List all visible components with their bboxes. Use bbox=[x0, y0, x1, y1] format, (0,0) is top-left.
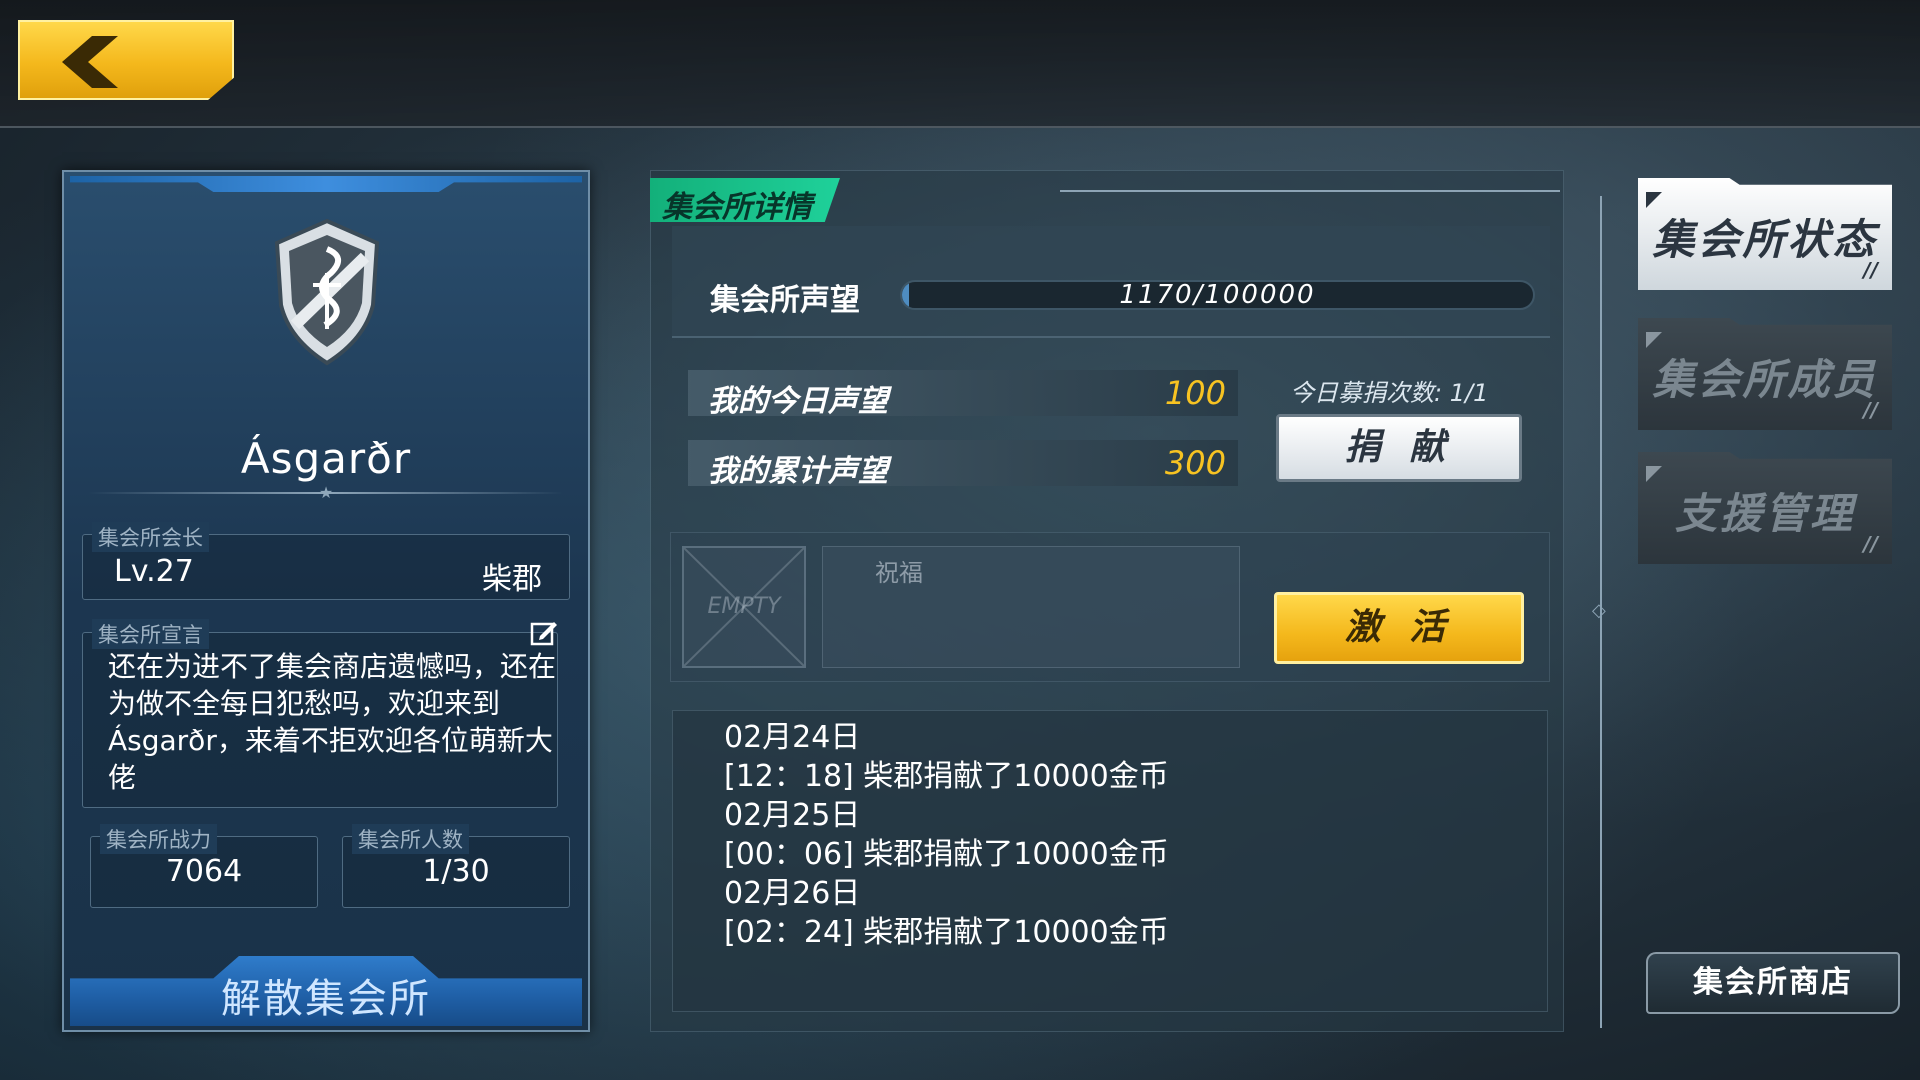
guild-name: Ásgarðr bbox=[240, 434, 412, 483]
disband-label: 解散集会所 bbox=[221, 976, 431, 1022]
log-line: [02：24] 柴郡捐献了10000金币 bbox=[724, 915, 1169, 950]
total-reputation-row: 我的累计声望 300 bbox=[688, 440, 1238, 489]
tab-support-management[interactable]: 支援管理 // bbox=[1638, 452, 1892, 564]
leader-label: 集会所会长 bbox=[92, 522, 209, 552]
today-reputation-row: 我的今日声望 100 bbox=[688, 370, 1238, 419]
donate-button[interactable]: 捐 献 bbox=[1276, 414, 1522, 482]
activate-button-label: 激 活 bbox=[1344, 607, 1454, 648]
diamond-icon: ◇ bbox=[1592, 600, 1606, 621]
tab-guild-members-label: 集会所成员 bbox=[1652, 355, 1878, 404]
log-line: [00：06] 柴郡捐献了10000金币 bbox=[724, 837, 1169, 872]
tab-guild-status[interactable]: 集会所状态 // bbox=[1638, 178, 1892, 290]
donate-button-label: 捐 献 bbox=[1344, 427, 1454, 468]
details-tab-label: 集会所详情 bbox=[662, 190, 812, 225]
chevron-left-icon bbox=[62, 36, 118, 88]
log-line: 02月24日 bbox=[724, 720, 861, 755]
power-value: 7064 bbox=[165, 854, 243, 889]
edit-icon[interactable] bbox=[530, 618, 558, 646]
log-line: 02月26日 bbox=[724, 876, 861, 911]
name-divider: ★ bbox=[88, 483, 564, 502]
members-label: 集会所人数 bbox=[352, 824, 469, 854]
tab-support-management-label: 支援管理 bbox=[1674, 489, 1855, 538]
today-reputation-value: 100 bbox=[1164, 374, 1226, 412]
serpent-shield-icon bbox=[274, 218, 380, 366]
guild-info-card: Ásgarðr ★ 集会所会长 Lv.27 柴郡 集会所宣言 还在为进不了集会商… bbox=[62, 170, 590, 1032]
reputation-label: 集会所声望 bbox=[710, 283, 860, 318]
guild-shop-label: 集会所商店 bbox=[1693, 965, 1853, 1000]
donation-log-list: 02月24日 [12：18] 柴郡捐献了10000金币 02月25日 [00：0… bbox=[724, 718, 1169, 952]
tab-slash: // bbox=[1863, 258, 1878, 282]
members-value: 1/30 bbox=[422, 854, 490, 889]
blessing-box: 祝福 bbox=[822, 546, 1240, 668]
log-line: 02月25日 bbox=[724, 798, 861, 833]
empty-slot-text: EMPTY bbox=[707, 594, 781, 619]
today-reputation-label: 我的今日声望 bbox=[708, 384, 888, 419]
leader-name: 柴郡 bbox=[482, 562, 542, 597]
donate-count: 今日募捐次数: 1/1 bbox=[1290, 379, 1489, 407]
tab-slash: // bbox=[1863, 398, 1878, 422]
activate-button[interactable]: 激 活 bbox=[1274, 592, 1524, 664]
tab-guild-status-label: 集会所状态 bbox=[1652, 215, 1878, 264]
header-line bbox=[1060, 190, 1560, 192]
tab-guild-members[interactable]: 集会所成员 // bbox=[1638, 318, 1892, 430]
back-button[interactable] bbox=[18, 20, 234, 100]
total-reputation-label: 我的累计声望 bbox=[708, 454, 888, 489]
reputation-progress-text: 1170/100000 bbox=[1119, 280, 1316, 310]
blessing-label: 祝福 bbox=[875, 559, 923, 587]
card-top-strip bbox=[70, 176, 582, 192]
declaration-label: 集会所宣言 bbox=[92, 619, 209, 649]
top-bar bbox=[0, 0, 1920, 128]
reputation-progress-bar: 1170/100000 bbox=[900, 280, 1535, 310]
leader-level: Lv.27 bbox=[114, 554, 194, 589]
total-reputation-value: 300 bbox=[1164, 444, 1226, 482]
blessing-slot[interactable]: EMPTY bbox=[682, 546, 806, 668]
power-label: 集会所战力 bbox=[100, 824, 217, 854]
guild-shop-button[interactable]: 集会所商店 bbox=[1646, 952, 1900, 1014]
star-icon: ★ bbox=[318, 483, 334, 502]
log-line: [12：18] 柴郡捐献了10000金币 bbox=[724, 759, 1169, 794]
declaration-text: 还在为进不了集会商店遗憾吗，还在为做不全每日犯愁吗，欢迎来到Ásgarðr，来着… bbox=[108, 650, 557, 794]
tab-slash: // bbox=[1863, 532, 1878, 556]
